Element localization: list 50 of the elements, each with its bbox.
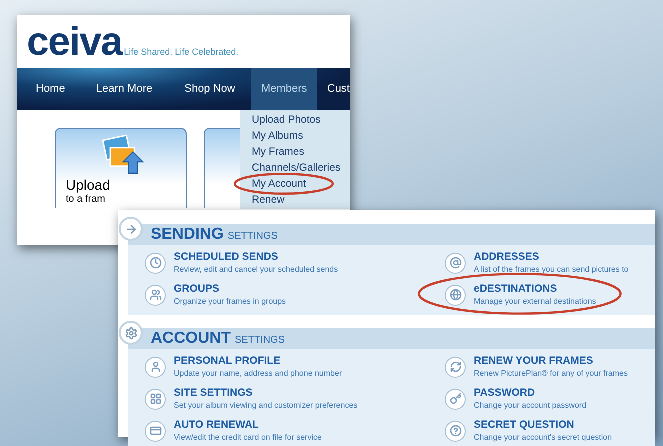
section-title: ACCOUNT	[151, 330, 231, 348]
item-description: Review, edit and cancel your scheduled sends	[174, 264, 338, 275]
item-icon	[145, 356, 166, 378]
item-description: Set your album viewing and customizer preferences	[174, 400, 358, 411]
item-description: Change your account's secret question	[474, 432, 612, 443]
item-title[interactable]: ADDRESSES	[474, 251, 540, 264]
item-icon	[445, 252, 466, 274]
item-icon	[445, 284, 466, 306]
item-title[interactable]: PASSWORD	[474, 387, 536, 400]
menu-item[interactable]: My Frames	[252, 144, 304, 160]
item-icon	[145, 284, 166, 306]
menu-item[interactable]: Channels/Galleries	[252, 160, 341, 176]
item-description: Manage your external destinations	[474, 296, 596, 307]
item-title[interactable]: SITE SETTINGS	[174, 387, 253, 400]
item-description: View/edit the credit card on file for service	[174, 432, 322, 443]
item-title[interactable]: RENEW YOUR FRAMES	[474, 355, 594, 368]
item-title[interactable]: AUTO RENEWAL	[174, 419, 259, 432]
item-description: Update your name, address and phone number	[174, 368, 342, 379]
item-icon	[445, 420, 466, 442]
photo-upload-icon	[102, 135, 146, 175]
section-subtitle: SETTINGS	[235, 334, 286, 348]
logo[interactable]: ceiva	[27, 22, 122, 62]
item-description: Organize your frames in groups	[174, 296, 286, 307]
nav-tab[interactable]: Members	[251, 68, 318, 110]
card-title: Upload	[66, 177, 110, 193]
menu-item[interactable]: Upload Photos	[252, 112, 321, 128]
item-description: Renew PicturePlan® for any of your frames	[474, 368, 628, 379]
item-icon	[445, 356, 466, 378]
item-icon	[145, 252, 166, 274]
section-title: SENDING	[151, 226, 224, 244]
item-title[interactable]: PERSONAL PROFILE	[174, 355, 281, 368]
item-icon	[145, 420, 166, 442]
item-title[interactable]: SCHEDULED SENDS	[174, 251, 278, 264]
tagline: Life Shared. Life Celebrated.	[124, 46, 239, 58]
nav-tab[interactable]: Cust	[327, 68, 350, 110]
nav-tab[interactable]: Learn More	[96, 68, 153, 110]
menu-item[interactable]: Renew	[252, 192, 285, 208]
item-description: A list of the frames you can send pictures to	[474, 264, 629, 275]
nav-tab[interactable]: Shop Now	[184, 68, 236, 110]
item-description: Change your account password	[474, 400, 587, 411]
item-title[interactable]: SECRET QUESTION	[474, 419, 574, 432]
menu-item[interactable]: My Albums	[252, 128, 304, 144]
item-icon	[145, 388, 166, 410]
card-subtitle: to a fram	[66, 193, 106, 206]
item-title[interactable]: GROUPS	[174, 283, 220, 296]
item-title[interactable]: eDESTINATIONS	[474, 283, 558, 296]
nav-tab[interactable]: Home	[36, 68, 66, 110]
item-icon	[445, 388, 466, 410]
upload-card[interactable]: Upload to a fram	[55, 128, 187, 208]
section-subtitle: SETTINGS	[228, 230, 278, 244]
